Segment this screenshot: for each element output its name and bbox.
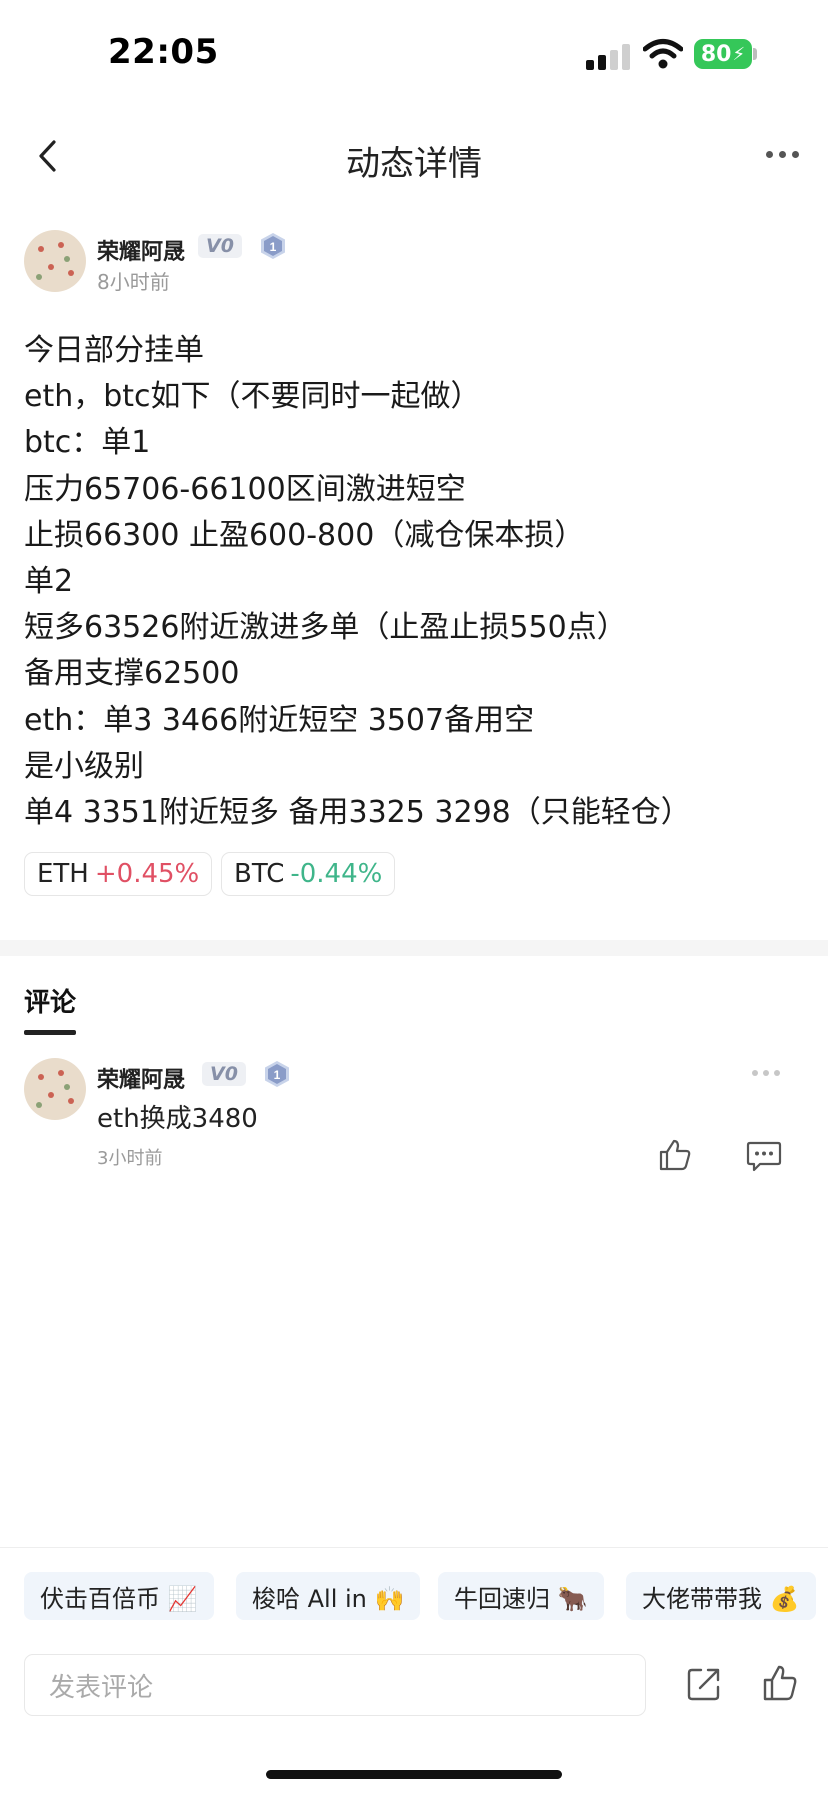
post-line: eth：单3 3466附近短空 3507备用空	[24, 702, 535, 738]
author-name[interactable]: 荣耀阿晟	[97, 234, 185, 266]
like-icon[interactable]	[658, 1138, 692, 1172]
comment-input[interactable]: 发表评论	[24, 1654, 646, 1716]
quick-tag[interactable]: 梭哈 All in 🙌	[236, 1572, 421, 1620]
post-time: 8小时前	[97, 270, 170, 294]
post-line: eth，btc如下（不要同时一起做）	[24, 379, 481, 415]
comment-time: 3小时前	[97, 1148, 163, 1169]
ticker-chip-eth[interactable]: ETH +0.45%	[24, 852, 213, 896]
comment-author[interactable]: 荣耀阿晟	[97, 1062, 185, 1094]
section-divider	[0, 940, 828, 956]
like-post-icon[interactable]	[762, 1664, 798, 1702]
post-line: 是小级别	[24, 748, 144, 784]
level-badge-icon: 1	[265, 1061, 289, 1087]
vip-badge: V0	[198, 234, 242, 258]
quick-tag[interactable]: 牛回速归 🐂	[438, 1572, 604, 1620]
page-title: 动态详情	[346, 144, 482, 184]
post-line: 短多63526附近激进多单（止盈止损550点）	[24, 610, 627, 646]
post-line: 压力65706-66100区间激进短空	[24, 471, 466, 507]
post-line: 今日部分挂单	[24, 333, 204, 368]
ticker-change: +0.45%	[94, 859, 200, 889]
cellular-signal-icon	[586, 44, 630, 70]
share-icon[interactable]	[686, 1666, 722, 1702]
quick-tag[interactable]: 伏击百倍币 📈	[24, 1572, 214, 1620]
comment-avatar[interactable]	[24, 1058, 86, 1120]
ticker-symbol: ETH	[37, 859, 89, 889]
level-number: 1	[270, 240, 277, 254]
battery-cap	[753, 48, 757, 60]
wifi-icon	[643, 39, 683, 69]
post-line: 备用支撑62500	[24, 656, 240, 692]
status-time: 22:05	[108, 32, 219, 72]
more-options-icon[interactable]	[766, 142, 806, 166]
tab-indicator	[24, 1030, 76, 1035]
avatar[interactable]	[24, 230, 86, 292]
comment-more-icon[interactable]	[752, 1070, 780, 1076]
post-line: 单2	[24, 564, 74, 600]
vip-badge: V0	[202, 1062, 246, 1086]
comment-text: eth换成3480	[97, 1104, 258, 1134]
home-indicator	[266, 1770, 562, 1779]
battery-icon: 80 ⚡	[694, 39, 752, 69]
ticker-symbol: BTC	[234, 859, 285, 889]
post-content: 今日部分挂单 eth，btc如下（不要同时一起做） btc：单1 压力65706…	[24, 328, 804, 836]
bottom-divider	[0, 1547, 828, 1548]
charging-bolt-icon: ⚡	[732, 43, 746, 65]
quick-tag[interactable]: 大佬带带我 💰	[626, 1572, 816, 1620]
post-line: 止损66300 止盈600-800（减仓保本损）	[24, 517, 585, 553]
post-line: btc：单1	[24, 425, 151, 461]
battery-level: 80	[700, 41, 732, 67]
ticker-chip-btc[interactable]: BTC -0.44%	[221, 852, 396, 896]
reply-icon[interactable]	[746, 1140, 782, 1172]
post-line: 单4 3351附近短多 备用3325 3298（只能轻仓）	[24, 795, 691, 831]
level-number: 1	[274, 1068, 281, 1082]
level-badge-icon: 1	[261, 233, 285, 259]
tab-comments[interactable]: 评论	[24, 982, 76, 1019]
ticker-change: -0.44%	[290, 859, 383, 889]
